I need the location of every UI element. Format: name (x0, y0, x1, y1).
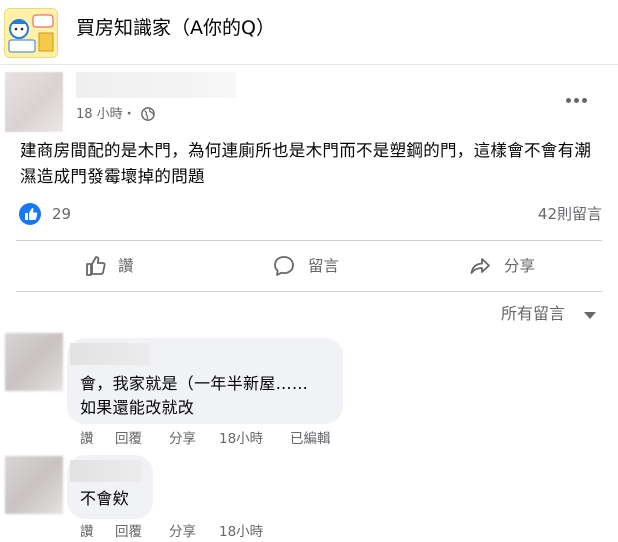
commenter-avatar[interactable] (5, 456, 63, 514)
post-body: 建商房間配的是木門，為何連廁所也是木門而不是塑鋼的門，這樣會不會有潮濕造成門發霉… (20, 141, 592, 186)
share-label: 分享 (504, 257, 536, 275)
comment-reply-link[interactable]: 回覆 (115, 523, 142, 541)
caret-down-icon[interactable] (584, 312, 596, 319)
share-arrow-icon (470, 258, 490, 274)
comment-label: 留言 (308, 257, 340, 275)
more-options-icon[interactable] (564, 96, 590, 106)
group-header: 買房知識家（A你的Q） (0, 0, 618, 62)
like-label: 讚 (118, 257, 134, 275)
group-name[interactable]: 買房知識家（A你的Q） (76, 14, 275, 42)
thumbs-up-icon (86, 256, 106, 276)
comment-timestamp[interactable]: 18小時 (219, 430, 263, 448)
comment-text-line: 會，我家就是（一年半新屋…… (80, 374, 309, 393)
author-name-redacted (76, 72, 236, 98)
comment-sort-dropdown[interactable]: 所有留言 (501, 302, 565, 326)
comment-edited-label[interactable]: 已編輯 (290, 430, 331, 448)
like-button[interactable]: 讚 (84, 252, 144, 280)
header-divider (0, 64, 618, 65)
comment-like-link[interactable]: 讚 (80, 523, 94, 541)
comment-share-link[interactable]: 分享 (169, 523, 196, 541)
divider (16, 291, 602, 292)
share-button[interactable]: 分享 (468, 252, 548, 280)
author-avatar[interactable] (5, 72, 63, 132)
commenter-name-redacted (70, 343, 150, 365)
comment-text-line: 不會欸 (80, 489, 129, 508)
group-logo-art (5, 9, 57, 57)
comment-button[interactable]: 留言 (272, 252, 352, 280)
comment-text-line: 如果還能改就改 (80, 398, 195, 417)
divider (16, 240, 602, 241)
commenter-avatar[interactable] (5, 333, 63, 391)
comment-timestamp[interactable]: 18小時 (219, 523, 263, 541)
group-logo[interactable] (4, 8, 58, 58)
comment-share-link[interactable]: 分享 (169, 430, 196, 448)
like-count[interactable]: 29 (52, 204, 71, 224)
post-timestamp[interactable]: 18 小時・ (76, 106, 136, 124)
comment-icon (274, 256, 294, 276)
comment-actions: 讚 回覆 分享 18小時 (0, 523, 400, 541)
commenter-name-redacted (70, 460, 142, 482)
like-reaction-icon[interactable] (19, 203, 41, 225)
globe-icon (141, 107, 155, 121)
comment-like-link[interactable]: 讚 (80, 430, 94, 448)
comment-actions: 讚 回覆 分享 18小時 已編輯 (0, 430, 400, 448)
comment-count[interactable]: 42則留言 (538, 204, 602, 224)
comment-reply-link[interactable]: 回覆 (115, 430, 142, 448)
